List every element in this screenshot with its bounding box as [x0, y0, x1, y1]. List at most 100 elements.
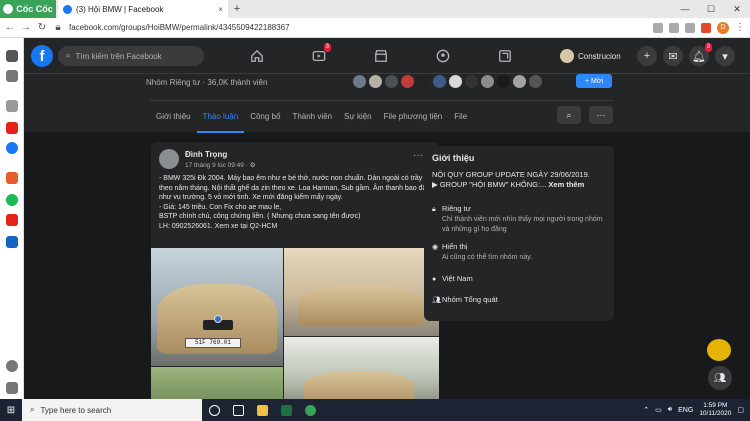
cortana-icon[interactable]	[202, 399, 226, 421]
post-photos: 51F 769.01	[151, 248, 439, 399]
address-bar: ← → ↻ 🔒︎ facebook.com/groups/HoiBMW/perm…	[0, 18, 750, 38]
visibility-description: Ai cũng có thể tìm nhóm này.	[442, 254, 533, 261]
clock-date: 10/11/2020	[699, 410, 732, 417]
facebook-top-nav: f ⌕ 3 Construcion + ✉ 🔔︎ 3 ▾	[24, 38, 750, 74]
network-icon[interactable]: ▭	[655, 406, 662, 414]
post-author[interactable]: Đình Trọng	[185, 150, 227, 159]
rules-link-text: ▶ GROUP "HỘI BMW" KHÔNG:...	[432, 180, 547, 189]
chevron-up-icon[interactable]: ⌃	[643, 406, 649, 414]
tab-discussion[interactable]: Thảo luận	[196, 101, 245, 133]
new-tab-button[interactable]: +	[228, 3, 246, 15]
close-window-button[interactable]: ✕	[724, 0, 750, 18]
extension-icon[interactable]	[701, 22, 711, 33]
car-photo[interactable]	[151, 367, 283, 399]
extension-icon[interactable]	[653, 22, 663, 33]
notifications-button[interactable]: 🔔︎ 3	[689, 43, 712, 66]
nav-watch[interactable]: 3	[299, 43, 339, 68]
nav-gaming[interactable]	[485, 44, 525, 68]
create-button[interactable]: +	[637, 46, 657, 66]
taskbar-search-input[interactable]	[40, 405, 191, 415]
coccoc-logo-icon	[3, 4, 14, 14]
lock-icon: 🔒︎	[432, 206, 436, 213]
about-panel: Giới thiệu NỘI QUY GROUP UPDATE NGÀY 29/…	[424, 146, 614, 321]
shield-icon[interactable]	[669, 22, 679, 33]
nav-home[interactable]	[237, 44, 277, 68]
windows-start-icon[interactable]: ⊞	[0, 405, 22, 416]
spotify-icon[interactable]	[6, 194, 18, 206]
tab-media[interactable]: File phương tiện	[378, 101, 449, 133]
history-icon[interactable]	[6, 70, 18, 82]
tab-files[interactable]: File	[448, 101, 473, 133]
coccoc-menu-button[interactable]: Cốc Cốc	[0, 0, 56, 18]
reload-icon[interactable]: ↻	[37, 22, 47, 33]
license-plate: 51F 769.01	[185, 338, 241, 348]
facebook-logo-icon[interactable]: f	[31, 45, 53, 67]
avatar	[480, 74, 495, 89]
minimize-button[interactable]: —	[672, 0, 698, 18]
notification-bell-icon[interactable]	[6, 360, 18, 372]
rules-text: NỘI QUY GROUP UPDATE NGÀY 29/06/2019.	[432, 170, 590, 179]
account-menu-button[interactable]: ▾	[715, 46, 735, 66]
messenger-icon: ✉	[668, 50, 678, 63]
task-view-icon[interactable]	[226, 399, 250, 421]
group-more-button[interactable]: ···	[589, 106, 613, 124]
post-timestamp[interactable]: 17 tháng 9 lúc 09:49 · ⚙	[185, 161, 256, 169]
privacy-description: Chỉ thành viên mới nhìn thấy mọi người t…	[442, 216, 603, 233]
tab-announcements[interactable]: Công bố	[244, 101, 286, 133]
car-photo[interactable]: 51F 769.01	[151, 248, 283, 366]
action-center-icon[interactable]: ▢	[737, 406, 744, 414]
avatar	[560, 49, 574, 63]
location-info: ● Việt Nam	[432, 274, 608, 285]
language-indicator[interactable]: ENG	[678, 407, 693, 414]
window-controls: — ☐ ✕	[672, 0, 750, 18]
browser-tab[interactable]: (3) Hội BMW | Facebook ×	[58, 0, 228, 18]
back-icon[interactable]: ←	[5, 22, 15, 33]
file-explorer-icon[interactable]	[250, 399, 274, 421]
tab-close-icon[interactable]: ×	[218, 5, 223, 14]
post-more-button[interactable]: ···	[413, 150, 423, 161]
add-icon[interactable]	[6, 100, 18, 112]
emoji-sticker[interactable]	[707, 339, 731, 361]
clock-time: 1:59 PM	[703, 402, 728, 409]
more-icon[interactable]	[6, 382, 18, 394]
invite-button[interactable]: + Mời	[576, 74, 612, 88]
tab-members[interactable]: Thành viên	[286, 101, 338, 133]
url-field[interactable]: facebook.com/groups/HoiBMW/permalink/434…	[69, 23, 647, 32]
group-search-button[interactable]: ⌕	[557, 106, 581, 124]
download-icon[interactable]	[685, 22, 695, 33]
browser-profile-icon[interactable]: D	[717, 21, 729, 34]
messenger-button[interactable]: ✉	[663, 46, 683, 66]
group-tabs: Giới thiệu Thảo luận Công bố Thành viên …	[150, 100, 614, 133]
facebook-search[interactable]: ⌕	[58, 46, 204, 66]
nav-groups[interactable]	[423, 44, 463, 68]
profile-shortcut[interactable]: Construcion	[560, 47, 621, 65]
avatar	[448, 74, 463, 89]
marketplace-icon	[375, 50, 387, 62]
shopping-icon[interactable]	[6, 172, 18, 184]
browser-menu-icon[interactable]: ⋮	[735, 22, 745, 33]
excel-icon[interactable]	[274, 399, 298, 421]
location-text: Việt Nam	[442, 274, 473, 283]
settings-icon[interactable]	[6, 50, 18, 62]
facebook-search-input[interactable]	[75, 51, 196, 61]
maximize-button[interactable]: ☐	[698, 0, 724, 18]
nav-marketplace[interactable]	[361, 44, 401, 68]
forward-icon[interactable]: →	[21, 22, 31, 33]
volume-icon[interactable]: 🔊︎	[668, 406, 672, 414]
car-photo[interactable]	[284, 248, 439, 336]
tab-about[interactable]: Giới thiệu	[150, 101, 197, 133]
coccoc-browser-icon[interactable]	[298, 399, 322, 421]
clock[interactable]: 1:59 PM 10/11/2020	[699, 402, 731, 418]
youtube-icon[interactable]	[6, 122, 18, 134]
avatar[interactable]	[159, 149, 179, 169]
member-avatars[interactable]	[352, 74, 543, 89]
new-message-button[interactable]: 👥︎	[708, 366, 732, 390]
tab-events[interactable]: Sự kiện	[338, 101, 378, 133]
taskbar-search[interactable]: ⌕	[22, 399, 202, 421]
app-icon[interactable]	[6, 236, 18, 248]
car-photo[interactable]	[284, 337, 439, 399]
facebook-icon[interactable]	[6, 142, 18, 154]
lock-icon[interactable]: 🔒︎	[53, 22, 63, 33]
see-more-link[interactable]: Xem thêm	[548, 180, 584, 189]
news-icon[interactable]	[6, 214, 18, 226]
